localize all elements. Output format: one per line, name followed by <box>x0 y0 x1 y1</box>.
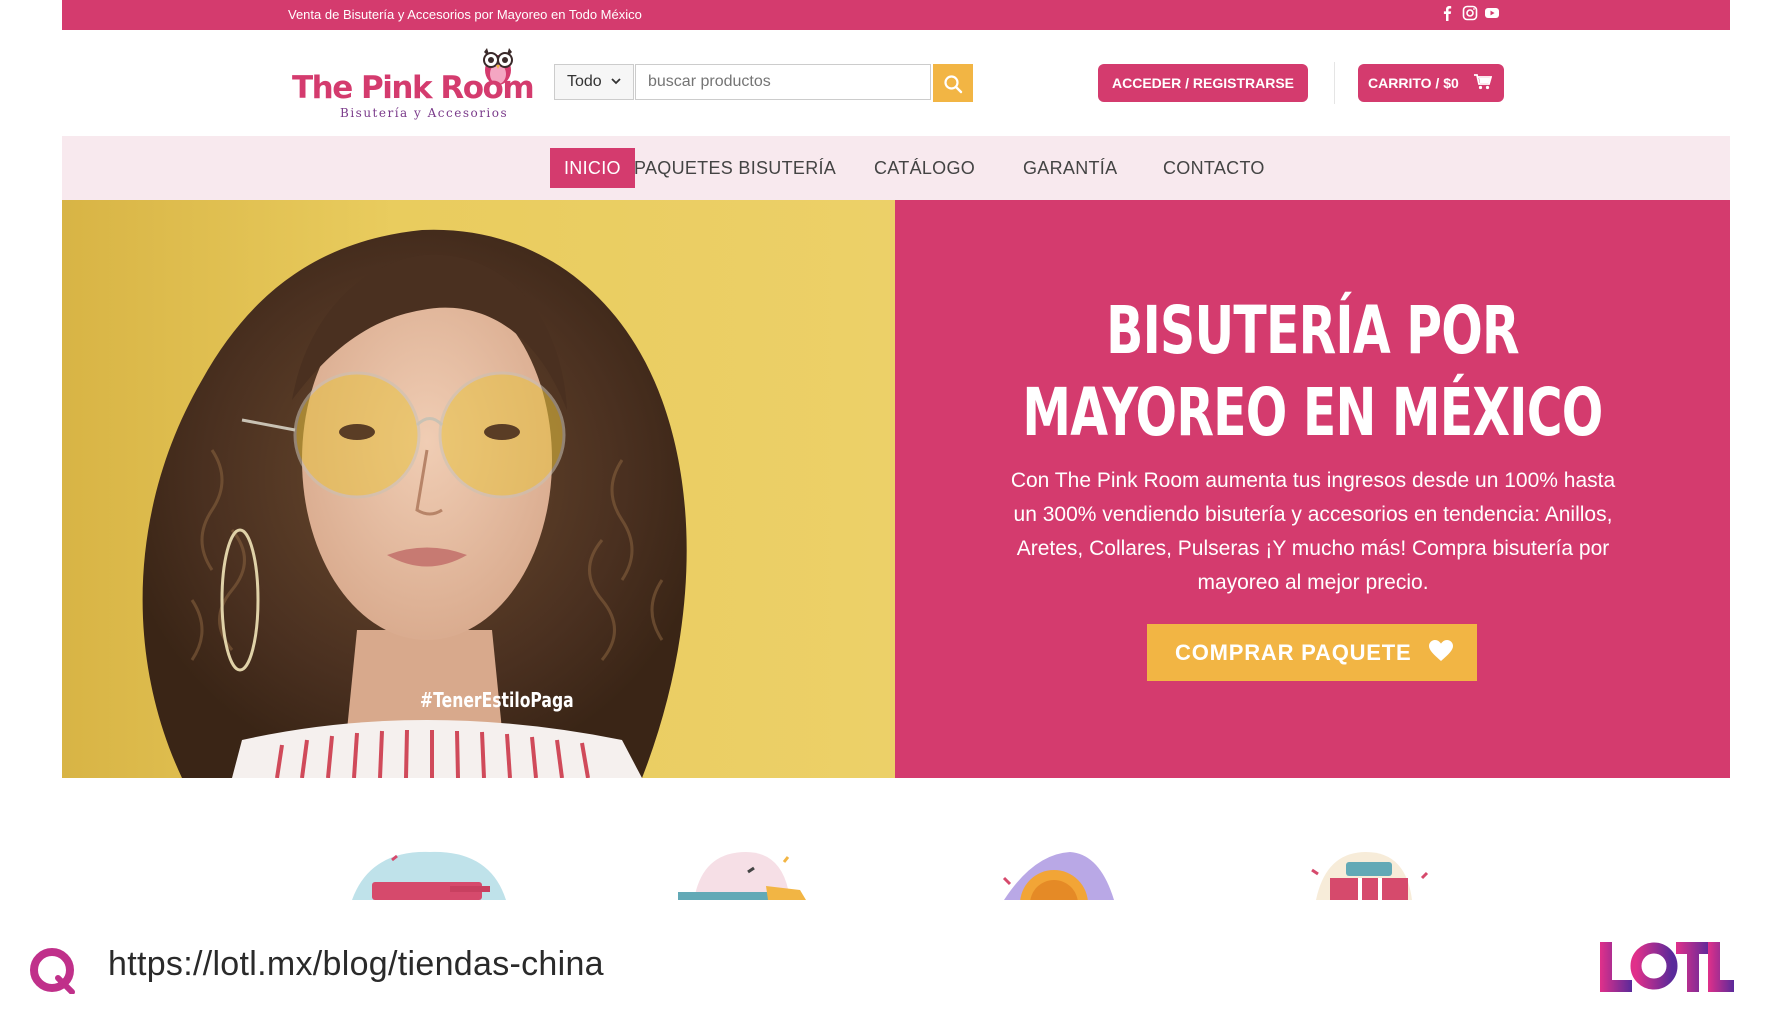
hero-description: Con The Pink Room aumenta tus ingresos d… <box>1010 469 1616 594</box>
nav-item-garantia[interactable]: GARANTÍA <box>1023 148 1117 188</box>
hero-title: BISUTERÍA POR MAYOREO EN MÉXICO <box>1004 290 1622 454</box>
main-navigation: INICIO PAQUETES BISUTERÍA CATÁLOGO GARAN… <box>62 136 1730 200</box>
cart-button[interactable]: CARRITO / $0 <box>1358 64 1504 102</box>
feature-illustration-1 <box>352 851 506 900</box>
search-category-value: Todo <box>567 73 602 90</box>
facebook-icon[interactable] <box>1439 5 1455 21</box>
youtube-icon[interactable] <box>1484 5 1500 21</box>
nav-item-inicio[interactable]: INICIO <box>550 148 635 188</box>
search-category-select[interactable]: Todo <box>554 64 634 100</box>
lotl-brand-logo <box>1600 942 1734 992</box>
site-logo[interactable]: The Pink Room Bisutería y Accesorios <box>292 44 535 126</box>
buy-package-label: COMPRAR PAQUETE <box>1175 640 1412 665</box>
feature-illustration-2 <box>678 852 806 900</box>
heart-icon <box>1429 640 1453 661</box>
logo-subtitle: Bisutería y Accesorios <box>340 106 509 120</box>
site-header: The Pink Room Bisutería y Accesorios Tod… <box>62 30 1730 136</box>
chevron-down-icon <box>611 78 621 85</box>
search-button[interactable] <box>933 64 973 102</box>
header-divider <box>1334 62 1335 104</box>
hero-title-line-2: MAYOREO EN MÉXICO <box>1022 374 1603 451</box>
buy-package-button[interactable]: COMPRAR PAQUETE <box>1147 624 1477 681</box>
article-url: https://lotl.mx/blog/tiendas-china <box>108 945 604 983</box>
nav-item-catalogo[interactable]: CATÁLOGO <box>874 148 975 188</box>
nav-item-contacto[interactable]: CONTACTO <box>1163 148 1265 188</box>
cart-icon <box>1474 74 1492 90</box>
announcement-text: Venta de Bisutería y Accesorios por Mayo… <box>288 7 642 22</box>
hero-banner: BISUTERÍA POR MAYOREO EN MÉXICO Con The … <box>895 200 1730 778</box>
login-register-button[interactable]: ACCEDER / REGISTRARSE <box>1098 64 1308 102</box>
logo-title: The Pink Room <box>292 70 535 106</box>
feature-illustration-4 <box>1311 852 1429 900</box>
feature-illustration-3 <box>1002 852 1114 900</box>
search-icon <box>944 75 963 94</box>
instagram-icon[interactable] <box>1462 5 1478 21</box>
lotl-circle-logo-icon <box>30 948 75 994</box>
search-bar: Todo <box>554 64 982 102</box>
search-input[interactable] <box>635 64 931 100</box>
nav-item-paquetes-bisuteria[interactable]: PAQUETES BISUTERÍA <box>634 148 836 188</box>
website-screenshot: Venta de Bisutería y Accesorios por Mayo… <box>62 0 1730 780</box>
cart-label: CARRITO / $0 <box>1368 75 1459 91</box>
hero-hashtag: #TenerEstiloPaga <box>420 688 574 712</box>
hero-title-line-1: BISUTERÍA POR <box>1106 292 1520 369</box>
top-announcement-bar: Venta de Bisutería y Accesorios por Mayo… <box>62 0 1730 30</box>
hero-image: #TenerEstiloPaga <box>62 200 895 778</box>
